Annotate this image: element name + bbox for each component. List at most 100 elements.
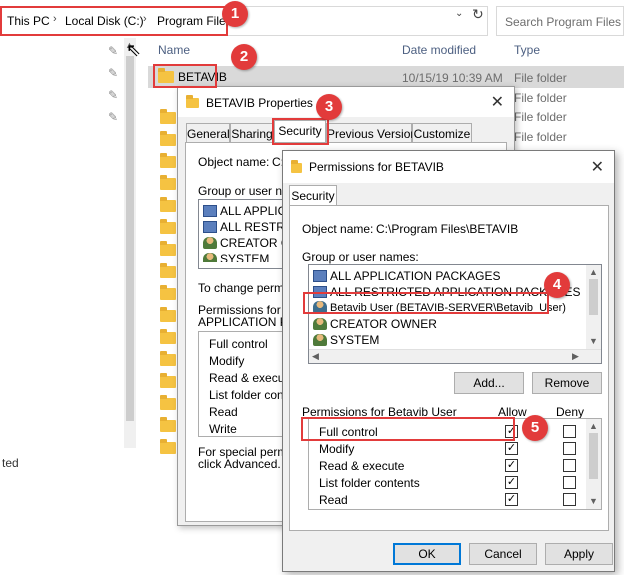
refresh-icon[interactable]: ↻ — [472, 6, 488, 23]
add-button[interactable]: Add... — [454, 372, 524, 394]
package-icon — [203, 205, 217, 217]
folder-icon — [160, 329, 176, 344]
tab-sharing[interactable]: Sharing — [230, 123, 274, 143]
object-name-label: Object name: — [198, 155, 270, 169]
cancel-button[interactable]: Cancel — [469, 543, 537, 565]
list-item[interactable]: ALL APPLICAT — [203, 204, 287, 218]
scrollbar-thumb[interactable] — [126, 56, 134, 421]
folder-type: File folder — [514, 91, 567, 105]
folder-icon — [160, 285, 176, 300]
close-icon[interactable]: ✕ — [591, 157, 604, 177]
list-item[interactable]: ALL RESTRICT — [203, 220, 287, 234]
folder-icon — [160, 219, 176, 234]
deny-read-checkbox[interactable] — [563, 493, 576, 506]
allow-modify-checkbox[interactable]: ✓ — [505, 442, 518, 455]
ok-button[interactable]: OK — [393, 543, 461, 565]
scrollbar-thumb[interactable] — [589, 279, 598, 315]
permission-name: Write — [209, 422, 237, 436]
users-icon — [203, 237, 217, 249]
group-list-hscroll[interactable]: ◀ ▶ — [309, 349, 601, 363]
close-icon[interactable]: ✕ — [491, 92, 504, 112]
permission-name: Read & execute — [319, 459, 405, 473]
allow-read-checkbox[interactable]: ✓ — [505, 493, 518, 506]
tab-security[interactable]: Security — [289, 185, 337, 206]
folder-icon — [160, 351, 176, 366]
annotation-box-breadcrumb — [0, 6, 228, 36]
list-item[interactable]: SYSTEM — [203, 252, 269, 262]
deny-full-control-checkbox[interactable] — [563, 425, 576, 438]
folder-icon — [160, 307, 176, 322]
folder-icon — [160, 263, 176, 278]
column-header-name[interactable]: Name — [158, 43, 190, 57]
deny-list-folder-checkbox[interactable] — [563, 476, 576, 489]
folder-icon — [160, 197, 176, 212]
deny-header: Deny — [556, 405, 585, 419]
scroll-up-arrow-icon[interactable]: ▲ — [589, 421, 598, 431]
tab-general[interactable]: General — [186, 123, 230, 143]
permission-name: Read & execute — [209, 371, 288, 385]
allow-read-execute-checkbox[interactable]: ✓ — [505, 459, 518, 472]
annotation-badge-4: 4 — [544, 272, 570, 298]
folder-icon — [160, 395, 176, 410]
apply-button[interactable]: Apply — [545, 543, 613, 565]
scroll-up-arrow-icon[interactable]: ▲ — [589, 267, 598, 277]
pin-icon[interactable]: ✎ — [108, 66, 118, 80]
permissions-panel: Object name: C:\Program Files\BETAVIB Gr… — [289, 205, 609, 531]
pin-icon[interactable]: ✎ — [108, 110, 118, 124]
status-text: ted — [2, 456, 19, 470]
tab-customize[interactable]: Customize — [412, 123, 472, 143]
group-list-vscroll[interactable]: ▲ ▼ — [586, 265, 601, 349]
users-icon — [313, 334, 327, 346]
scroll-left-arrow-icon[interactable]: ◀ — [312, 351, 319, 362]
pin-icon[interactable]: ✎ — [108, 88, 118, 102]
annotation-badge-2: 2 — [231, 44, 257, 70]
deny-modify-checkbox[interactable] — [563, 442, 576, 455]
pin-icon[interactable]: ✎ — [108, 44, 118, 58]
folder-icon — [186, 95, 199, 108]
object-name-value: C:\Program Files\BETAVIB — [376, 222, 519, 236]
list-item[interactable]: CREATOR OWNER — [313, 317, 437, 331]
permission-name: Read — [209, 405, 238, 419]
permission-name: Modify — [209, 354, 245, 368]
list-item[interactable]: ALL APPLICATION PACKAGES — [313, 269, 501, 283]
annotation-badge-1: 1 — [222, 1, 248, 27]
permission-name: List folder conte — [209, 388, 288, 402]
tab-previous-versions[interactable]: Previous Versions — [326, 123, 423, 143]
scroll-right-arrow-icon[interactable]: ▶ — [572, 351, 579, 362]
scrollbar-thumb[interactable] — [589, 433, 598, 479]
folder-type: File folder — [514, 130, 567, 144]
chevron-down-icon[interactable]: ⌄ — [455, 8, 467, 19]
folder-date: 10/15/19 10:39 AM — [402, 71, 503, 85]
mouse-cursor-icon: ⇖ — [126, 40, 142, 60]
group-list[interactable]: ALL APPLICAT ALL RESTRICT CREATOR OW SYS… — [198, 199, 288, 269]
folder-icon — [291, 160, 302, 173]
annotation-badge-3: 3 — [316, 94, 342, 120]
remove-button[interactable]: Remove — [532, 372, 602, 394]
deny-read-execute-checkbox[interactable] — [563, 459, 576, 472]
annotation-box-security-tab — [272, 118, 329, 145]
column-header-date[interactable]: Date modified — [402, 43, 476, 57]
column-header-type[interactable]: Type — [514, 43, 540, 57]
list-item[interactable]: CREATOR OW — [203, 236, 287, 250]
permissions-vscroll[interactable]: ▲ ▼ — [586, 419, 601, 509]
permissions-titlebar[interactable]: Permissions for BETAVIB ✕ — [283, 151, 614, 183]
properties-titlebar[interactable]: BETAVIB Properties ✕ — [178, 87, 514, 117]
folder-icon — [160, 109, 176, 124]
folder-icon — [160, 131, 176, 146]
permissions-dialog: Permissions for BETAVIB ✕ Security Objec… — [282, 150, 615, 572]
package-icon — [203, 221, 217, 233]
scroll-down-arrow-icon[interactable]: ▼ — [589, 336, 598, 346]
nav-pane-scrollbar[interactable]: ▲ — [124, 38, 136, 448]
search-input[interactable]: Search Program Files — [496, 6, 624, 36]
users-icon — [203, 253, 217, 262]
folder-type: File folder — [514, 110, 567, 124]
scroll-down-arrow-icon[interactable]: ▼ — [589, 496, 598, 506]
special-permissions-text: click Advanced. — [198, 457, 281, 471]
annotation-badge-5: 5 — [522, 415, 548, 441]
annotation-box-full-control — [301, 417, 515, 441]
package-icon — [313, 270, 327, 282]
permissions-list: Full control Modify Read & execute List … — [198, 331, 288, 437]
allow-list-folder-checkbox[interactable]: ✓ — [505, 476, 518, 489]
folder-icon — [160, 241, 176, 256]
list-item[interactable]: SYSTEM — [313, 333, 379, 347]
